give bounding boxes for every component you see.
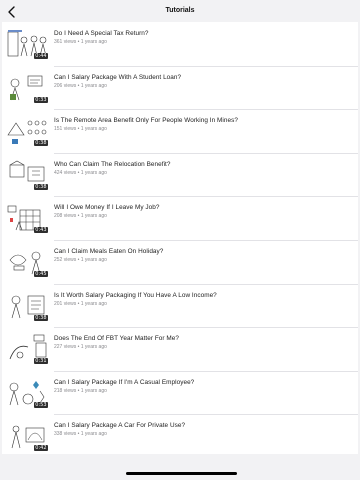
video-list[interactable]: 0:44 Do I Need A Special Tax Return? 361 v… [2, 22, 358, 454]
duration-badge: 0:42 [33, 445, 48, 452]
duration-badge: 0:31 [33, 358, 48, 365]
video-meta: 201 views • 1 years ago [54, 300, 107, 307]
video-title[interactable]: Who Can Claim The Relocation Benefit? [54, 161, 352, 168]
video-list-item[interactable]: 0:42 Can I Salary Package A Car For Priva… [2, 414, 358, 458]
video-meta: 151 views • 1 years ago [54, 126, 107, 133]
duration-badge: 0:43 [33, 227, 48, 234]
duration-badge: 0:38 [33, 140, 48, 147]
video-meta: 218 views • 1 years ago [54, 387, 107, 394]
video-list-item[interactable]: 0:38 Is The Remote Area Benefit Only For … [2, 109, 358, 153]
duration-badge: 0:33 [33, 96, 48, 103]
video-thumbnail[interactable]: 0:38 [6, 289, 49, 322]
video-meta: 338 views • 1 years ago [54, 431, 107, 438]
video-title[interactable]: Can I Claim Meals Eaten On Holiday? [54, 248, 352, 255]
duration-badge: 0:38 [33, 183, 48, 190]
video-list-item[interactable]: 0:38 Who Can Claim The Relocation Benefit… [2, 152, 358, 197]
video-thumbnail[interactable]: 0:33 [6, 71, 49, 104]
video-thumbnail[interactable]: 0:31 [6, 333, 49, 366]
video-title[interactable]: Is It Worth Salary Packaging If You Have… [54, 292, 352, 299]
video-title[interactable]: Can I Salary Package A Car For Private U… [54, 422, 352, 429]
video-thumbnail[interactable]: 0:43 [6, 202, 49, 235]
video-meta: 206 views • 1 years ago [54, 82, 107, 89]
video-list-item[interactable]: 0:31 Does The End Of FBT Year Matter For … [2, 327, 358, 371]
video-title[interactable]: Does The End Of FBT Year Matter For Me? [54, 335, 352, 342]
video-thumbnail[interactable]: 0:38 [6, 158, 49, 191]
duration-badge: 0:44 [33, 53, 48, 59]
video-title[interactable]: Do I Need A Special Tax Return? [54, 30, 352, 37]
home-indicator[interactable] [126, 472, 237, 475]
video-list-item[interactable]: 0:53 Can I Salary Package If I'm A Casual… [2, 370, 358, 415]
video-list-item[interactable]: 0:45 Can I Claim Meals Eaten On Holiday? 2… [2, 239, 358, 284]
video-list-item[interactable]: 0:33 Can I Salary Package With A Student … [2, 65, 358, 110]
video-title[interactable]: Can I Salary Package If I'm A Casual Emp… [54, 379, 352, 386]
video-thumbnail[interactable]: 0:38 [6, 115, 49, 148]
video-thumbnail[interactable]: 0:45 [6, 245, 49, 278]
video-thumbnail[interactable]: 0:44 [6, 28, 49, 60]
video-list-item[interactable]: 0:44 Do I Need A Special Tax Return? 361 v… [2, 22, 358, 66]
video-list-item[interactable]: 0:38 Is It Worth Salary Packaging If You … [2, 283, 358, 328]
video-title[interactable]: Will I Owe Money If I Leave My Job? [54, 204, 352, 211]
video-thumbnail[interactable]: 0:42 [6, 420, 49, 453]
video-title[interactable]: Is The Remote Area Benefit Only For Peop… [54, 117, 352, 124]
video-thumbnail[interactable]: 0:53 [6, 376, 49, 409]
video-title[interactable]: Can I Salary Package With A Student Loan… [54, 74, 352, 81]
video-meta: 361 views • 1 years ago [54, 39, 107, 45]
duration-badge: 0:38 [33, 314, 48, 321]
video-meta: 208 views • 1 years ago [54, 213, 107, 220]
video-list-item[interactable]: 0:43 Will I Owe Money If I Leave My Job? 2… [2, 196, 358, 240]
video-meta: 424 views • 1 years ago [54, 169, 107, 176]
video-meta: 252 views • 1 years ago [54, 256, 107, 263]
video-meta: 227 views • 1 years ago [54, 344, 107, 351]
page-title: Tutorials [165, 7, 195, 14]
duration-badge: 0:53 [33, 401, 48, 408]
duration-badge: 0:45 [33, 270, 48, 277]
